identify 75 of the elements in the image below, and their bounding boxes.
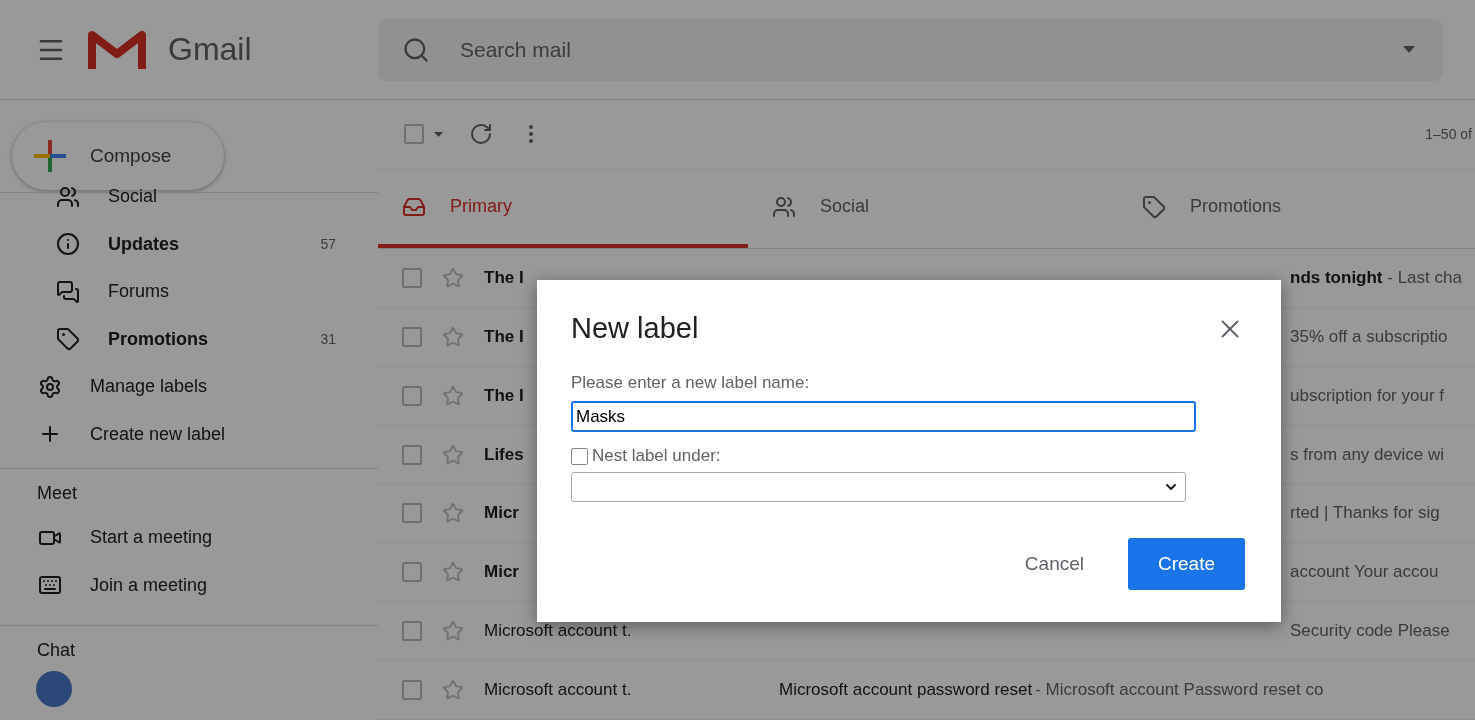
sidebar-item[interactable]: Join a meeting — [90, 574, 208, 596]
email-preview: 35% off a subscriptio — [1290, 326, 1448, 347]
category-tab[interactable]: Social — [748, 169, 1118, 249]
star-icon[interactable] — [442, 443, 464, 466]
sidebar-item[interactable]: Start a meeting — [90, 527, 213, 549]
mail-logo-icon — [88, 28, 146, 71]
sidebar-item[interactable]: Promotions — [108, 328, 208, 350]
search-field[interactable]: Search mail — [378, 18, 1443, 81]
sender-name: Lifes — [484, 444, 524, 464]
email-snippet: - Microsoft account Password reset co — [1035, 680, 1324, 701]
email-preview: rted | Thanks for sig — [1290, 503, 1440, 524]
tag-icon — [1142, 194, 1166, 219]
email-subject: Microsoft account password reset — [779, 680, 1033, 701]
search-input[interactable]: Search mail — [458, 36, 1375, 63]
people-icon — [772, 194, 796, 219]
tag-icon — [56, 327, 80, 352]
caret-icon[interactable] — [1403, 46, 1415, 53]
cancel-button[interactable]: Cancel — [1016, 545, 1092, 583]
avatar-icon[interactable] — [36, 671, 72, 707]
chat-bubbles-icon — [56, 279, 80, 304]
email-preview: s from any device wi — [1290, 444, 1444, 465]
unread-count: 57 — [320, 236, 336, 253]
sender-name: Micr — [484, 503, 519, 523]
sender-name: Microsoft account t. — [484, 680, 632, 700]
row-checkbox[interactable] — [402, 268, 422, 289]
app-name: Gmail — [168, 31, 252, 68]
star-icon[interactable] — [442, 620, 464, 643]
row-checkbox[interactable] — [402, 444, 422, 465]
row-checkbox[interactable] — [402, 385, 422, 406]
sidebar-item[interactable]: Forums — [108, 281, 169, 303]
sender-name: The I — [484, 385, 524, 405]
info-icon — [56, 232, 80, 257]
sender-name: The I — [484, 326, 524, 346]
email-preview: ubscription for your f — [1290, 385, 1444, 406]
section-title: Meet — [0, 468, 378, 514]
sender-name: The I — [484, 268, 524, 288]
create-button[interactable]: Create — [1128, 538, 1245, 590]
star-icon[interactable] — [442, 679, 464, 702]
row-checkbox[interactable] — [402, 503, 422, 524]
refresh-icon[interactable] — [469, 122, 493, 147]
compose-button[interactable]: Compose — [12, 122, 224, 190]
row-checkbox[interactable] — [402, 621, 422, 642]
section-title: Chat — [0, 625, 378, 671]
parent-label-select[interactable] — [571, 472, 1186, 502]
checkbox-label: Nest label under: — [592, 446, 721, 466]
caret-icon[interactable] — [434, 131, 443, 137]
search-icon[interactable] — [402, 35, 430, 64]
row-checkbox[interactable] — [402, 326, 422, 347]
sidebar-item[interactable]: Updates — [108, 233, 179, 255]
people-icon — [56, 184, 80, 209]
email-preview: nds tonight - Last cha — [1290, 268, 1462, 289]
sender-name: Microsoft account t. — [484, 621, 632, 641]
plus-icon — [32, 138, 68, 174]
star-icon[interactable] — [442, 267, 464, 290]
sidebar-item[interactable]: Manage labels — [90, 376, 208, 398]
row-checkbox[interactable] — [402, 680, 422, 701]
category-tab[interactable]: Promotions — [1118, 169, 1475, 249]
email-preview: Security code Please — [1290, 621, 1450, 642]
category-tab[interactable]: Primary — [378, 169, 748, 249]
star-icon[interactable] — [442, 325, 464, 348]
star-icon[interactable] — [442, 561, 464, 584]
dialog-title: New label — [571, 312, 699, 345]
label-name-field[interactable]: Masks — [571, 401, 1196, 432]
unread-count: 31 — [320, 331, 336, 348]
star-icon[interactable] — [442, 384, 464, 407]
sender-name: Micr — [484, 562, 519, 582]
sidebar-item[interactable]: Create new label — [90, 423, 226, 445]
pagination-text: 1–50 of — [1425, 126, 1472, 143]
row-checkbox[interactable] — [402, 562, 422, 583]
nest-checkbox[interactable] — [571, 447, 588, 465]
settings-icon — [38, 374, 62, 399]
select-all-checkbox[interactable] — [404, 124, 424, 145]
field-label: Please enter a new label name: — [571, 373, 811, 393]
star-icon[interactable] — [442, 502, 464, 525]
email-preview: account Your accou — [1290, 562, 1439, 583]
